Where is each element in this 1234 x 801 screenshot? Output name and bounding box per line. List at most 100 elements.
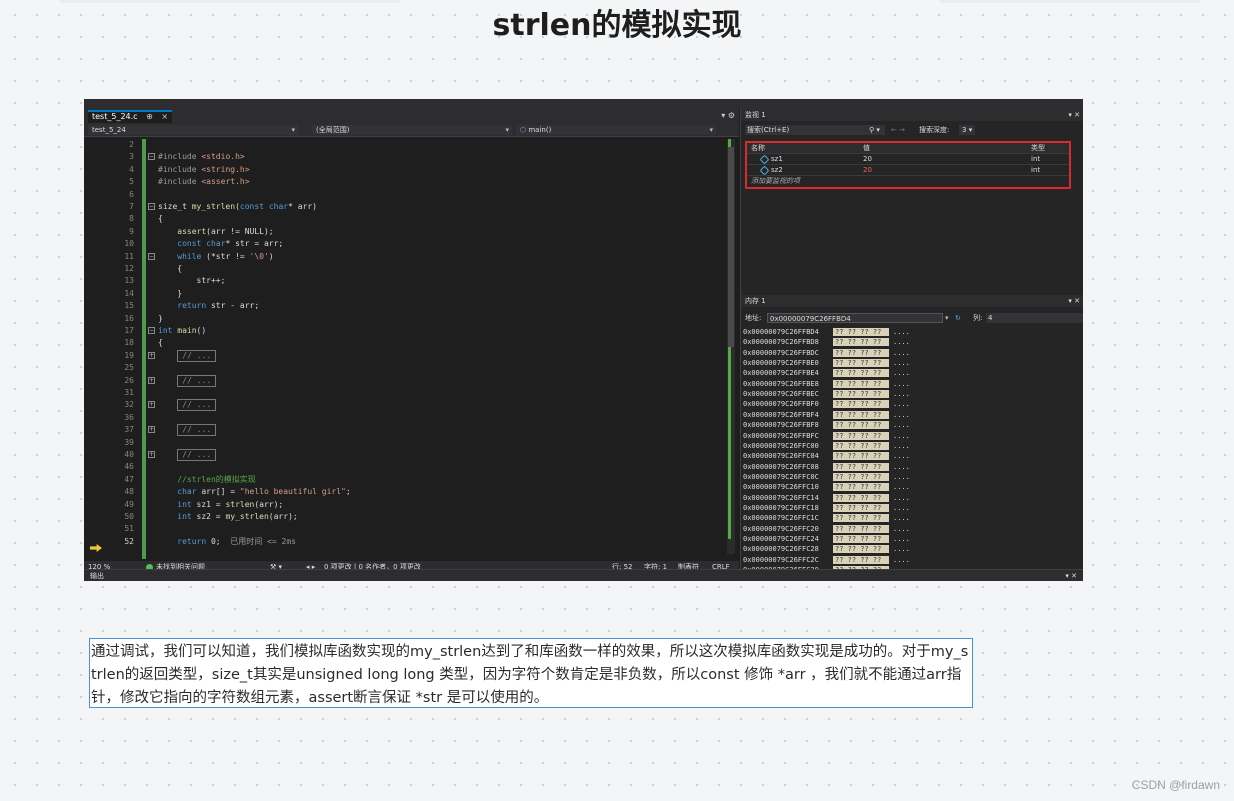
add-watch-item[interactable]: 添加要监视的项 [751,176,800,187]
code-line[interactable]: size_t my_strlen(const char* arr) [158,201,317,213]
collapse-icon[interactable]: − [148,327,155,334]
panel-controls-icon[interactable]: ▾ ✕ [1068,295,1080,307]
function-dropdown[interactable]: ⬡ main() ▾ [516,125,716,135]
code-line[interactable]: //strlen的模拟实现 [158,474,256,486]
expand-icon[interactable]: + [148,376,155,384]
memory-bytes[interactable]: ?? ?? ?? ?? [833,410,889,419]
expand-icon[interactable]: + [148,426,155,434]
code-line[interactable]: #include <assert.h> [158,176,250,188]
code-line[interactable]: #include <stdio.h> [158,151,245,163]
scrollbar-thumb[interactable] [728,147,734,347]
memory-row[interactable]: 0x00000079C26FFC00 ?? ?? ?? ??.... [743,441,910,451]
memory-bytes[interactable]: ?? ?? ?? ?? [833,452,889,461]
memory-row[interactable]: 0x00000079C26FFBE0 ?? ?? ?? ??.... [743,358,910,368]
memory-row[interactable]: 0x00000079C26FFC28 ?? ?? ?? ??.... [743,544,910,554]
memory-row[interactable]: 0x00000079C26FFBF0 ?? ?? ?? ??.... [743,399,910,409]
memory-bytes[interactable]: ?? ?? ?? ?? [833,421,889,430]
memory-row[interactable]: 0x00000079C26FFC20 ?? ?? ?? ??.... [743,524,910,534]
chevron-down-icon[interactable]: ▾ [945,311,949,325]
memory-bytes[interactable]: ?? ?? ?? ?? [833,472,889,481]
refresh-icon[interactable]: ↻ [955,311,961,325]
memory-row[interactable]: 0x00000079C26FFC14 ?? ?? ?? ??.... [743,493,910,503]
code-line[interactable]: { [158,213,163,225]
code-line[interactable]: const char* str = arr; [158,238,283,250]
code-line[interactable]: str++; [158,275,226,287]
watch-row-sz1[interactable]: sz1 20 int [747,154,1069,165]
collapse-icon[interactable]: − [148,252,155,260]
memory-row[interactable]: 0x00000079C26FFC08 ?? ?? ?? ??.... [743,462,910,472]
memory-row[interactable]: 0x00000079C26FFBE8 ?? ?? ?? ??.... [743,379,910,389]
memory-bytes[interactable]: ?? ?? ?? ?? [833,379,889,388]
watch-add-row[interactable]: 添加要监视的项 [747,176,1069,187]
scope-dropdown[interactable]: (全局范围) ▾ [312,125,512,135]
memory-bytes[interactable]: ?? ?? ?? ?? [833,535,889,543]
col-name-header[interactable]: 名称 [751,143,765,154]
memory-row[interactable]: 0x00000079C26FFBF4 ?? ?? ?? ??.... [743,410,910,420]
memory-bytes[interactable]: ?? ?? ?? ?? [833,545,889,554]
memory-row[interactable]: 0x00000079C26FFC0C ?? ?? ?? ??.... [743,472,910,482]
memory-bytes[interactable]: ?? ?? ?? ?? [833,555,889,564]
memory-row[interactable]: 0x00000079C26FFC24 ?? ?? ?? ??.... [743,534,910,544]
columns-input[interactable]: 4 [986,313,1083,323]
col-type-header[interactable]: 类型 [1031,143,1045,154]
memory-bytes[interactable]: ?? ?? ?? ?? [833,348,889,357]
col-value-header[interactable]: 值 [863,143,870,154]
memory-bytes[interactable]: ?? ?? ?? ?? [833,503,889,512]
code-line[interactable]: return 0; 已用时间 <= 2ms [158,536,296,548]
watch-row-sz2[interactable]: sz2 20 int [747,165,1069,176]
memory-bytes[interactable]: ?? ?? ?? ?? [833,359,889,368]
memory-row[interactable]: 0x00000079C26FFC10 ?? ?? ?? ??.... [743,482,910,492]
code-line[interactable]: char arr[] = "hello beautiful girl"; [158,486,350,498]
memory-bytes[interactable]: ?? ?? ?? ?? [833,400,889,409]
code-line[interactable]: // ... [158,424,217,437]
code-line[interactable]: { [158,337,163,349]
memory-row[interactable]: 0x00000079C26FFBD8 ?? ?? ?? ??.... [743,337,910,347]
memory-row[interactable]: 0x00000079C26FFC18 ?? ?? ?? ??.... [743,503,910,513]
tab-overflow-icon[interactable]: ▾ ⚙ [721,111,735,120]
memory-row[interactable]: 0x00000079C26FFC04 ?? ?? ?? ??.... [743,451,910,461]
pin-icon[interactable]: ⊕ [146,112,153,121]
expand-icon[interactable]: + [148,401,155,409]
memory-bytes[interactable]: ?? ?? ?? ?? [833,493,889,502]
code-line[interactable]: #include <string.h> [158,164,250,176]
close-icon[interactable]: × [161,112,168,121]
memory-bytes[interactable]: ?? ?? ?? ?? [833,514,889,523]
expand-icon[interactable]: + [148,451,155,458]
watch-value[interactable]: 20 [863,165,872,176]
watch-value[interactable]: 20 [863,154,872,165]
code-line[interactable]: while (*str != '\0') [158,251,273,263]
panel-controls-icon[interactable]: ▾ ✕ [1065,570,1077,581]
memory-bytes[interactable]: ?? ?? ?? ?? [833,524,889,533]
memory-bytes[interactable]: ?? ?? ?? ?? [833,328,889,336]
memory-row[interactable]: 0x00000079C26FFBEC ?? ?? ?? ??.... [743,389,910,399]
memory-bytes[interactable]: ?? ?? ?? ?? [833,483,889,492]
code-line[interactable]: int sz1 = strlen(arr); [158,499,283,511]
collapse-icon[interactable]: − [148,153,155,161]
memory-row[interactable]: 0x00000079C26FFBD4 ?? ?? ?? ??.... [743,327,910,337]
memory-bytes[interactable]: ?? ?? ?? ?? [833,431,889,440]
depth-select[interactable]: 3 ▾ [959,125,976,135]
code-line[interactable]: // ... [158,449,217,461]
memory-row[interactable]: 0x00000079C26FFC1C ?? ?? ?? ??.... [743,513,910,523]
watch-search-input[interactable]: 搜索(Ctrl+E) [745,125,885,135]
code-area[interactable]: 2 3 4 5 6 7 8 9 10 11 12 13 14 15 16 17 18 19 25 26 31 32 36 37… [84,139,724,559]
memory-bytes[interactable]: ?? ?? ?? ?? [833,441,889,450]
collapse-icon[interactable]: − [148,203,155,210]
address-input[interactable]: 0x00000079C26FFBD4 [767,313,943,323]
code-line[interactable]: int main() [158,325,206,337]
code-line[interactable]: { [158,263,182,275]
code-line[interactable]: } [158,313,163,325]
memory-row[interactable]: 0x00000079C26FFBE4 ?? ?? ?? ??.... [743,368,910,378]
search-nav-arrows-icon[interactable]: ← → [891,123,905,137]
code-line[interactable]: assert(arr != NULL); [158,226,273,238]
memory-row[interactable]: 0x00000079C26FFBFC ?? ?? ?? ??.... [743,431,910,441]
file-dropdown[interactable]: test_5_24 ▾ [88,125,298,135]
memory-row[interactable]: 0x00000079C26FFC2C ?? ?? ?? ??.... [743,555,910,565]
code-line[interactable]: // ... [158,374,217,387]
memory-bytes[interactable]: ?? ?? ?? ?? [833,390,889,399]
code-line[interactable]: // ... [158,349,217,362]
expand-icon[interactable]: + [148,351,155,359]
memory-bytes[interactable]: ?? ?? ?? ?? [833,369,889,378]
code-line[interactable]: int sz2 = my_strlen(arr); [158,511,297,523]
memory-row[interactable]: 0x00000079C26FFBF8 ?? ?? ?? ??.... [743,420,910,430]
